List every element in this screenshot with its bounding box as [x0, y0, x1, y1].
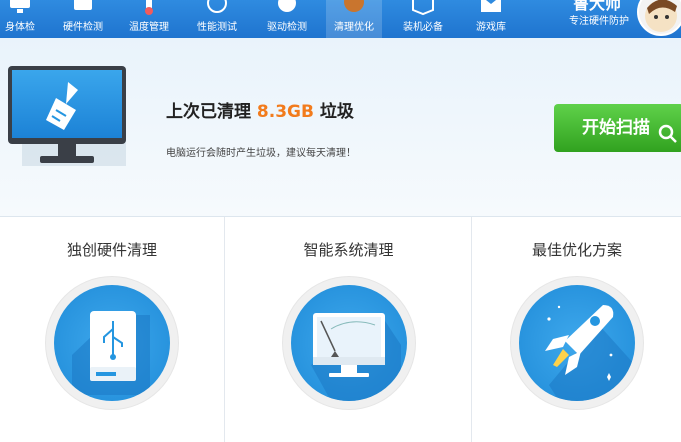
feature-badge — [46, 277, 178, 409]
nav-item-hardware[interactable]: 硬件检测 — [55, 0, 111, 38]
magnifier-icon — [658, 124, 677, 143]
feature-title: 独创硬件清理 — [66, 241, 157, 259]
computer-icon — [10, 0, 30, 13]
broom-icon — [344, 0, 364, 12]
nav-label: 游戏库 — [476, 22, 506, 33]
driver-icon — [278, 0, 296, 12]
feature-badge — [511, 277, 643, 409]
nav-label: 硬件检测 — [63, 22, 103, 33]
feature-title: 智能系统清理 — [303, 241, 394, 259]
game-icon — [481, 0, 501, 12]
rocket-icon — [545, 305, 635, 401]
nav-label: 身体检 — [5, 22, 35, 33]
brand-tagline: 专注硬件防护 — [569, 16, 629, 27]
summary-prefix: 上次已清理 — [166, 102, 257, 122]
feature-badge — [282, 277, 415, 409]
last-cleanup-summary: 上次已清理 8.3GB 垃圾 — [166, 97, 354, 122]
nav-item-cleanup[interactable]: 清理优化 — [326, 0, 382, 38]
nav-item-temperature[interactable]: 温度管理 — [120, 0, 178, 38]
feature-system-cleanup[interactable]: 智能系统清理 — [224, 217, 472, 442]
nav-label: 性能测试 — [197, 22, 237, 33]
nav-item-games[interactable]: 游戏库 — [462, 0, 520, 38]
top-nav-bar: 身体检 硬件检测 温度管理 性能测试 驱动检测 清理优化 装机必备 游戏库 鲁大… — [0, 0, 681, 38]
start-scan-label: 开始扫描 — [582, 118, 650, 138]
start-scan-button[interactable]: 开始扫描 — [554, 104, 681, 152]
box-icon — [412, 0, 434, 16]
hardware-icon — [74, 0, 92, 10]
feature-hardware-cleanup[interactable]: 独创硬件清理 — [0, 217, 224, 442]
summary-suffix: 垃圾 — [313, 102, 354, 122]
nav-item-driver[interactable]: 驱动检测 — [258, 0, 316, 38]
monitor-clean-icon — [310, 313, 401, 401]
mascot-icon — [645, 0, 677, 32]
cleaned-size: 8.3GB — [256, 102, 314, 122]
nav-item-checkup[interactable]: 身体检 — [0, 0, 48, 38]
avatar[interactable] — [637, 0, 681, 36]
nav-label: 驱动检测 — [267, 22, 307, 33]
nav-item-essentials[interactable]: 装机必备 — [394, 0, 452, 38]
nav-item-performance[interactable]: 性能测试 — [188, 0, 246, 38]
nav-label: 温度管理 — [129, 22, 169, 33]
nav-label: 清理优化 — [334, 22, 374, 33]
monitor-broom-icon — [8, 66, 126, 166]
hero-panel: 上次已清理 8.3GB 垃圾 电脑运行会随时产生垃圾，建议每天清理！ 开始扫描 — [0, 38, 681, 217]
gauge-icon — [207, 0, 227, 13]
thermometer-icon — [145, 0, 153, 15]
cleanup-tip: 电脑运行会随时产生垃圾，建议每天清理！ — [166, 148, 356, 159]
feature-optimization-plan[interactable]: 最佳优化方案 — [471, 217, 681, 442]
usb-drive-icon — [72, 311, 150, 395]
nav-label: 装机必备 — [403, 22, 443, 33]
feature-list: 独创硬件清理 智能系统清理 最佳优化方案 — [0, 217, 681, 442]
feature-title: 最佳优化方案 — [531, 241, 622, 259]
